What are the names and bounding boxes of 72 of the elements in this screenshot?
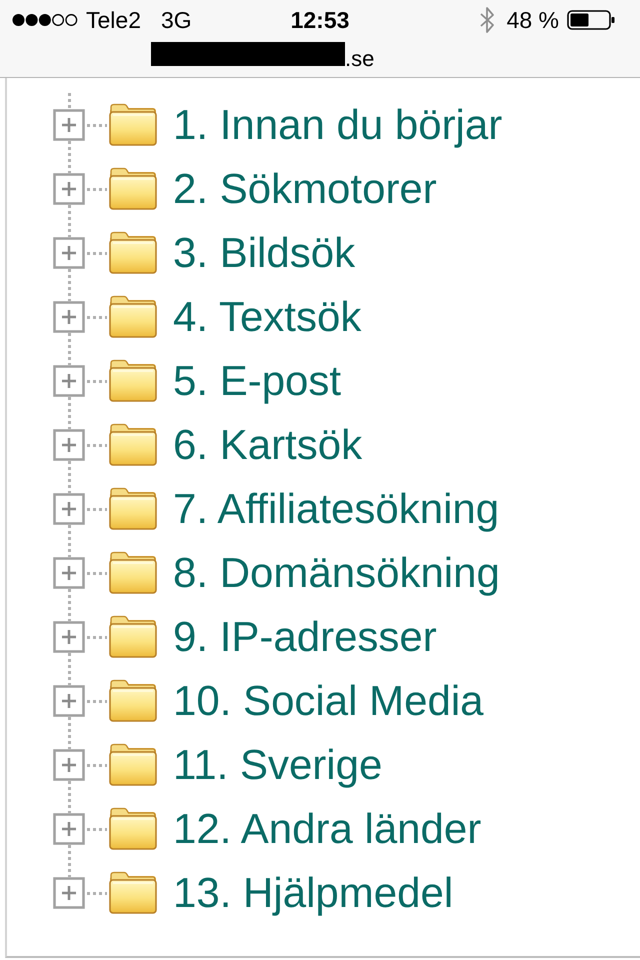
folder-icon [108, 103, 158, 147]
tree-line [87, 636, 107, 638]
folder-icon [108, 871, 158, 915]
tree-line [68, 653, 70, 685]
folder-icon [108, 359, 158, 403]
expand-icon[interactable] [53, 621, 85, 653]
tree-line [68, 141, 70, 173]
tree-line [87, 700, 107, 702]
tree-line [87, 892, 107, 894]
tree-line [87, 252, 107, 254]
tree-item-link[interactable]: 2. Sökmotorer [173, 164, 437, 214]
folder-icon [108, 551, 158, 595]
folder-icon [108, 423, 158, 467]
tree-item-link[interactable]: 4. Textsök [173, 292, 362, 342]
tree-item-link[interactable]: 13. Hjälpmedel [173, 868, 454, 918]
tree-line [68, 781, 70, 813]
expand-icon[interactable] [53, 365, 85, 397]
expand-icon[interactable] [53, 429, 85, 461]
tree-line [87, 124, 107, 126]
tree-line [87, 828, 107, 830]
tree-line [68, 333, 70, 365]
battery-icon [567, 10, 615, 30]
folder-icon [108, 167, 158, 211]
tree-line [87, 380, 107, 382]
network-type: 3G [160, 6, 192, 34]
tree-item-link[interactable]: 9. IP-adresser [173, 612, 437, 662]
tree-line [68, 845, 70, 877]
folder-icon [108, 231, 158, 275]
tree-item-link[interactable]: 3. Bildsök [173, 228, 356, 278]
tree-item-link[interactable]: 1. Innan du börjar [173, 100, 502, 150]
tree-line [87, 572, 107, 574]
tree-line [87, 188, 107, 190]
battery-percent: 48 % [506, 6, 559, 34]
expand-icon[interactable] [53, 749, 85, 781]
bluetooth-icon [478, 6, 495, 34]
expand-icon[interactable] [53, 813, 85, 845]
tree-line [68, 525, 70, 557]
carrier-name: Tele2 [86, 6, 141, 34]
tree-item-link[interactable]: 7. Affiliatesökning [173, 484, 500, 534]
tree-line [87, 444, 107, 446]
folder-icon [108, 743, 158, 787]
folder-icon [108, 615, 158, 659]
folder-icon [108, 679, 158, 723]
signal-icon [12, 13, 78, 27]
tree-item-link[interactable]: 10. Social Media [173, 676, 484, 726]
expand-icon[interactable] [53, 685, 85, 717]
folder-icon [108, 807, 158, 851]
expand-icon[interactable] [53, 301, 85, 333]
tree-line [68, 461, 70, 493]
tree-line [68, 397, 70, 429]
expand-icon[interactable] [53, 173, 85, 205]
expand-icon[interactable] [53, 109, 85, 141]
tree-item-link[interactable]: 12. Andra länder [173, 804, 482, 854]
tree-line [68, 589, 70, 621]
tree-line [68, 717, 70, 749]
expand-icon[interactable] [53, 237, 85, 269]
tree-line [87, 316, 107, 318]
clock-time: 12:53 [290, 6, 350, 34]
tree-item-link[interactable]: 5. E-post [173, 356, 342, 406]
folder-icon [108, 487, 158, 531]
tree-line [87, 764, 107, 766]
tree-item-link[interactable]: 8. Domänsökning [173, 548, 500, 598]
url-text: .se [345, 46, 374, 70]
tree-item-link[interactable]: 11. Sverige [173, 740, 382, 790]
tree-line [68, 269, 70, 301]
expand-icon[interactable] [53, 877, 85, 909]
tree-line [68, 205, 70, 237]
tree-line [87, 508, 107, 510]
tree-item-link[interactable]: 6. Kartsök [173, 420, 362, 470]
expand-icon[interactable] [53, 557, 85, 589]
expand-icon[interactable] [53, 493, 85, 525]
folder-icon [108, 295, 158, 339]
